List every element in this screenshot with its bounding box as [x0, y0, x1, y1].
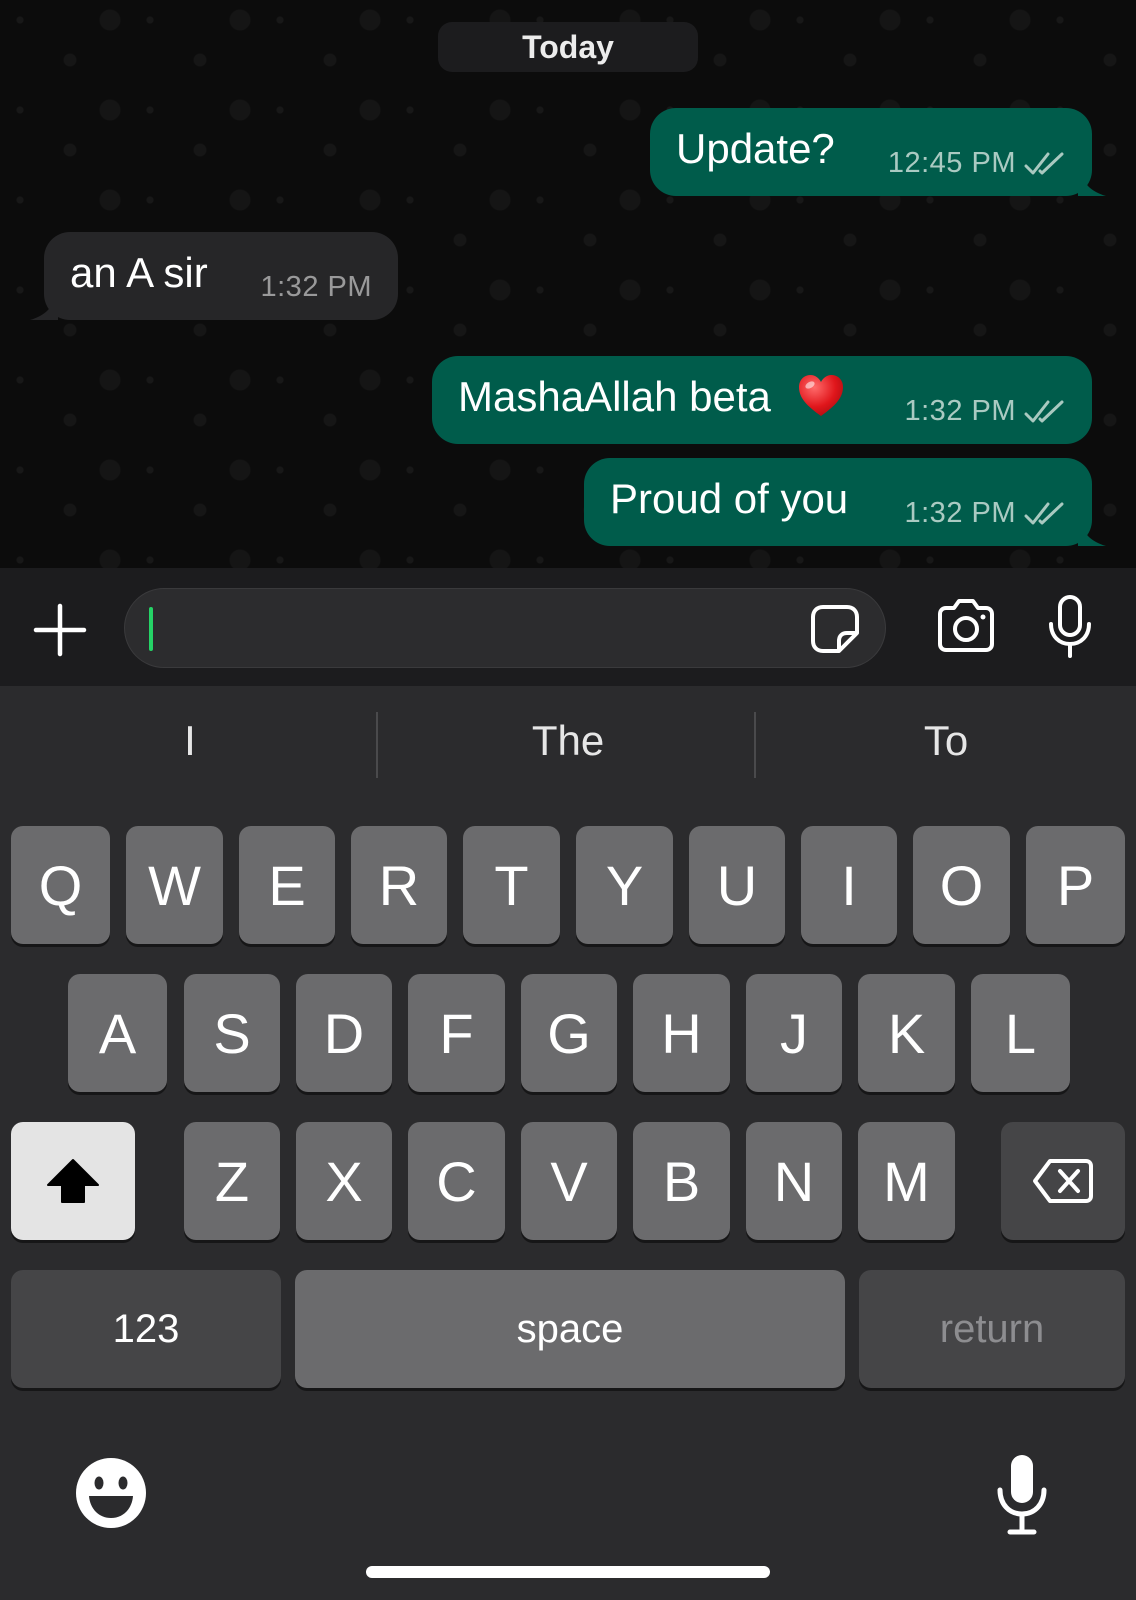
key-u[interactable]: U — [689, 826, 785, 944]
suggestion-item[interactable]: The — [383, 706, 753, 776]
key-v[interactable]: V — [521, 1122, 617, 1240]
key-l[interactable]: L — [971, 974, 1070, 1092]
message-bubble-outgoing[interactable]: Update? 12:45 PM — [650, 108, 1106, 196]
message-bubble-incoming[interactable]: an A sir 1:32 PM — [30, 232, 398, 320]
numbers-key[interactable]: 123 — [11, 1270, 281, 1388]
dictation-icon[interactable] — [994, 1452, 1050, 1536]
message-text: MashaAllah beta — [458, 373, 771, 420]
key-m[interactable]: M — [858, 1122, 955, 1240]
key-c[interactable]: C — [408, 1122, 505, 1240]
predictive-suggestion-bar: I The To — [0, 706, 1136, 778]
camera-icon[interactable] — [934, 598, 998, 654]
shift-icon — [47, 1159, 99, 1203]
key-t[interactable]: T — [463, 826, 560, 944]
key-x[interactable]: X — [296, 1122, 392, 1240]
home-indicator[interactable] — [366, 1566, 770, 1578]
key-p[interactable]: P — [1026, 826, 1125, 944]
message-time: 1:32 PM — [904, 395, 1016, 427]
key-s[interactable]: S — [184, 974, 280, 1092]
message-bubble-outgoing[interactable]: MashaAllah beta 1:32 PM — [432, 356, 1092, 444]
text-caret — [149, 607, 153, 651]
message-time: 12:45 PM — [887, 147, 1016, 179]
bubble-tail — [30, 290, 58, 320]
key-r[interactable]: R — [351, 826, 447, 944]
bubble-tail — [1078, 516, 1106, 546]
key-j[interactable]: J — [746, 974, 842, 1092]
onscreen-keyboard: I The To Q W E R T Y U I O P A S D F G H… — [0, 686, 1136, 1600]
key-e[interactable]: E — [239, 826, 335, 944]
key-q[interactable]: Q — [11, 826, 110, 944]
key-o[interactable]: O — [913, 826, 1010, 944]
plus-icon[interactable] — [30, 600, 90, 660]
backspace-icon — [1033, 1159, 1093, 1203]
message-time: 1:32 PM — [260, 271, 372, 303]
message-input[interactable] — [124, 588, 886, 668]
key-i[interactable]: I — [801, 826, 897, 944]
bubble-tail — [1078, 166, 1106, 196]
message-time: 1:32 PM — [904, 497, 1016, 529]
message-text: Update? — [676, 125, 835, 172]
key-n[interactable]: N — [746, 1122, 842, 1240]
message-text: an A sir — [70, 249, 208, 296]
double-check-icon — [1024, 502, 1064, 524]
date-separator-label: Today — [522, 28, 614, 65]
message-text-wrap: MashaAllah beta — [458, 373, 845, 424]
key-k[interactable]: K — [858, 974, 955, 1092]
key-a[interactable]: A — [68, 974, 167, 1092]
message-text: Proud of you — [610, 475, 849, 522]
key-h[interactable]: H — [633, 974, 730, 1092]
key-z[interactable]: Z — [184, 1122, 280, 1240]
message-bubble-outgoing[interactable]: Proud of you 1:32 PM — [584, 458, 1106, 546]
shift-key[interactable] — [11, 1122, 135, 1240]
key-b[interactable]: B — [633, 1122, 730, 1240]
date-separator: Today — [438, 22, 698, 72]
return-key[interactable]: return — [859, 1270, 1125, 1388]
space-key[interactable]: space — [295, 1270, 845, 1388]
red-heart-icon — [798, 374, 843, 416]
double-check-icon — [1024, 400, 1064, 422]
key-w[interactable]: W — [126, 826, 223, 944]
suggestion-divider — [376, 712, 378, 778]
sticker-icon[interactable] — [809, 603, 861, 655]
message-composer — [0, 568, 1136, 686]
key-y[interactable]: Y — [576, 826, 673, 944]
suggestion-item[interactable]: To — [761, 706, 1131, 776]
chat-area[interactable]: Today Update? 12:45 PM an A sir 1:32 PM … — [0, 0, 1136, 568]
backspace-key[interactable] — [1001, 1122, 1125, 1240]
suggestion-divider — [754, 712, 756, 778]
key-f[interactable]: F — [408, 974, 505, 1092]
emoji-icon[interactable] — [74, 1456, 148, 1530]
key-g[interactable]: G — [521, 974, 617, 1092]
double-check-icon — [1024, 152, 1064, 174]
microphone-icon[interactable] — [1046, 594, 1094, 660]
key-d[interactable]: D — [296, 974, 392, 1092]
suggestion-item[interactable]: I — [5, 706, 375, 776]
